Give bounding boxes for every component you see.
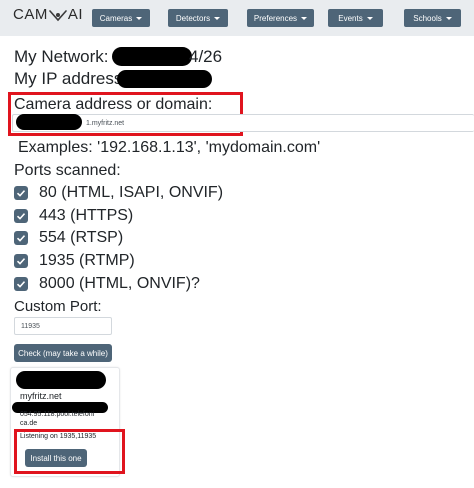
page: CAM AI Cameras Detectors Preferences Eve…: [0, 0, 474, 488]
camera-address-redaction: [16, 114, 82, 130]
my-ip-label: My IP address:: [14, 69, 128, 88]
nav-schools-label: Schools: [413, 13, 442, 23]
port-8000-checkbox[interactable]: [14, 277, 28, 291]
port-443-row[interactable]: 443 (HTTPS): [14, 207, 133, 225]
top-navbar: CAM AI Cameras Detectors Preferences Eve…: [0, 0, 474, 36]
result-title-redaction: [16, 371, 106, 389]
nav-preferences-button[interactable]: Preferences: [247, 9, 314, 27]
chevron-down-icon: [301, 16, 308, 20]
port-1935-row[interactable]: 1935 (RTMP): [14, 252, 135, 270]
network-redaction: [112, 47, 192, 66]
port-1935-label: 1935 (RTMP): [39, 252, 135, 269]
custom-port-label: Custom Port:: [14, 298, 102, 315]
result-host-name: myfritz.net: [20, 391, 62, 401]
port-554-checkbox[interactable]: [14, 231, 28, 245]
port-80-label: 80 (HTML, ISAPI, ONVIF): [39, 184, 224, 201]
nav-events-label: Events: [338, 13, 363, 23]
port-554-label: 554 (RTSP): [39, 229, 124, 246]
examples-text: Examples: '192.168.1.13', 'mydomain.com': [18, 139, 321, 156]
nav-detectors-label: Detectors: [175, 13, 211, 23]
my-network-label: My Network:: [14, 47, 109, 66]
custom-port-value: 11935: [21, 322, 40, 330]
logo[interactable]: CAM AI: [13, 6, 83, 23]
nav-events-button[interactable]: Events: [328, 9, 383, 27]
logo-text-right: AI: [67, 6, 84, 23]
install-button[interactable]: Install this one: [25, 449, 87, 467]
checkmark-icon: [16, 213, 26, 220]
listening-status: Listening on 1935,11935: [20, 433, 97, 440]
chevron-down-icon: [136, 16, 143, 20]
chevron-down-icon: [366, 16, 373, 20]
my-network-value: 4/26: [189, 47, 223, 66]
checkmark-icon: [16, 190, 26, 197]
nav-detectors-button[interactable]: Detectors: [168, 9, 228, 27]
check-button[interactable]: Check (may take a while): [14, 344, 112, 362]
nav-schools-button[interactable]: Schools: [404, 9, 461, 27]
ip-redaction: [117, 70, 212, 88]
checkmark-icon: [16, 235, 26, 242]
nav-cameras-button[interactable]: Cameras: [92, 9, 150, 27]
port-8000-row[interactable]: 8000 (HTML, ONVIF)?: [14, 275, 200, 293]
port-554-row[interactable]: 554 (RTSP): [14, 229, 123, 247]
result-host-line1: 054.95.118.pool.telefoni: [20, 411, 95, 418]
port-8000-label: 8000 (HTML, ONVIF)?: [39, 275, 200, 292]
custom-port-input[interactable]: 11935: [14, 317, 112, 335]
nav-preferences-label: Preferences: [253, 13, 298, 23]
checkmark-icon: [16, 258, 26, 265]
port-80-row[interactable]: 80 (HTML, ISAPI, ONVIF): [14, 184, 223, 202]
chevron-down-icon: [214, 16, 221, 20]
nav-cameras-label: Cameras: [99, 13, 133, 23]
eye-icon: [49, 8, 67, 22]
logo-text-left: CAM: [13, 6, 48, 23]
port-443-checkbox[interactable]: [14, 209, 28, 223]
port-1935-checkbox[interactable]: [14, 254, 28, 268]
checkmark-icon: [16, 281, 26, 288]
camera-address-value: 1.myfritz.net: [86, 119, 125, 127]
port-443-label: 443 (HTTPS): [39, 207, 134, 224]
port-80-checkbox[interactable]: [14, 186, 28, 200]
camera-address-label: Camera address or domain:: [14, 96, 213, 113]
result-host-line2: ca.de: [20, 420, 38, 427]
chevron-down-icon: [445, 16, 452, 20]
ports-heading: Ports scanned:: [14, 162, 121, 179]
